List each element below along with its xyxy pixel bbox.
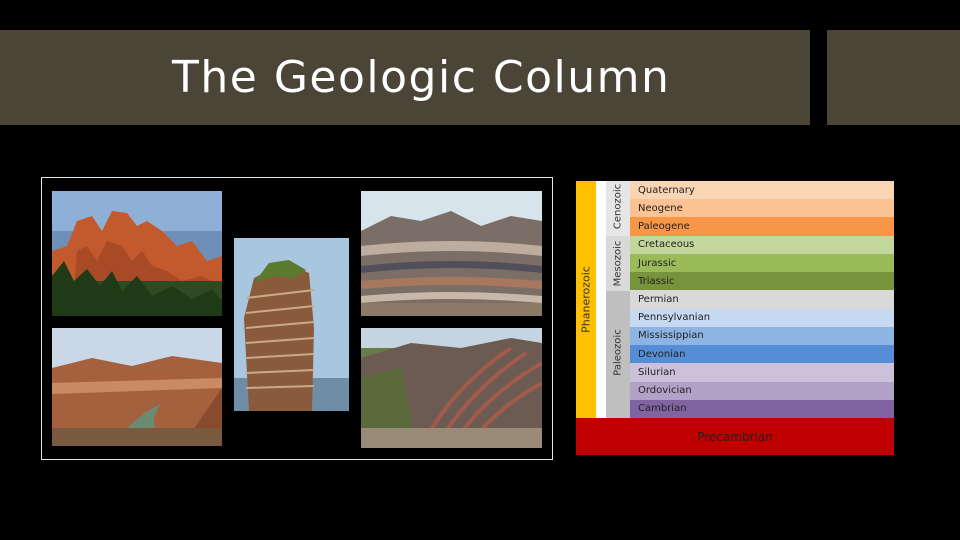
period-label: Paleogene [638, 221, 690, 233]
period-row-neogene: Neogene [630, 199, 894, 218]
red-hoodoo-cliffs-photo [52, 191, 222, 316]
period-label: Neogene [638, 202, 683, 214]
period-label: Quaternary [638, 184, 695, 196]
precambrian-label: Precambrian [697, 429, 773, 444]
title-bar-accent [827, 30, 960, 125]
period-label: Devonian [638, 348, 686, 360]
slide-title: The Geologic Column [172, 52, 671, 103]
period-row-permian: Permian [630, 290, 894, 309]
period-label: Triassic [638, 275, 675, 287]
period-row-cambrian: Cambrian [630, 399, 894, 418]
period-label: Ordovician [638, 385, 692, 397]
period-row-quaternary: Quaternary [630, 181, 894, 200]
era-label-mesozoic: Mesozoic [612, 240, 624, 287]
striped-badlands-photo [361, 191, 542, 316]
period-row-mississippian: Mississippian [630, 326, 894, 346]
period-label: Jurassic [638, 257, 677, 269]
period-row-paleogene: Paleogene [630, 217, 894, 236]
period-row-jurassic: Jurassic [630, 253, 894, 273]
period-row-triassic: Triassic [630, 272, 894, 291]
period-row-silurian: Silurian [630, 363, 894, 382]
period-row-ordovician: Ordovician [630, 381, 894, 400]
era-label-paleozoic: Paleozoic [612, 329, 624, 376]
period-label: Silurian [638, 366, 676, 378]
eon-label: Phanerozoic [579, 266, 593, 333]
period-row-devonian: Devonian [630, 345, 894, 364]
period-label: Cambrian [638, 403, 687, 415]
geologic-column-chart: Phanerozoic Cenozoic Mesozoic Paleozoic … [576, 181, 894, 455]
canyon-river-photo [52, 328, 222, 446]
banded-sea-stack-photo [234, 238, 349, 411]
photo-collage [41, 177, 553, 460]
precambrian-band: Precambrian [576, 418, 894, 455]
period-label: Cretaceous [638, 239, 695, 251]
period-row-cretaceous: Cretaceous [630, 235, 894, 254]
folded-rock-strata-photo [361, 328, 542, 448]
period-label: Mississippian [638, 330, 704, 342]
period-row-pennsylvanian: Pennsylvanian [630, 308, 894, 327]
era-label-cenozoic: Cenozoic [612, 183, 624, 230]
period-label: Permian [638, 293, 679, 305]
period-label: Pennsylvanian [638, 312, 711, 324]
